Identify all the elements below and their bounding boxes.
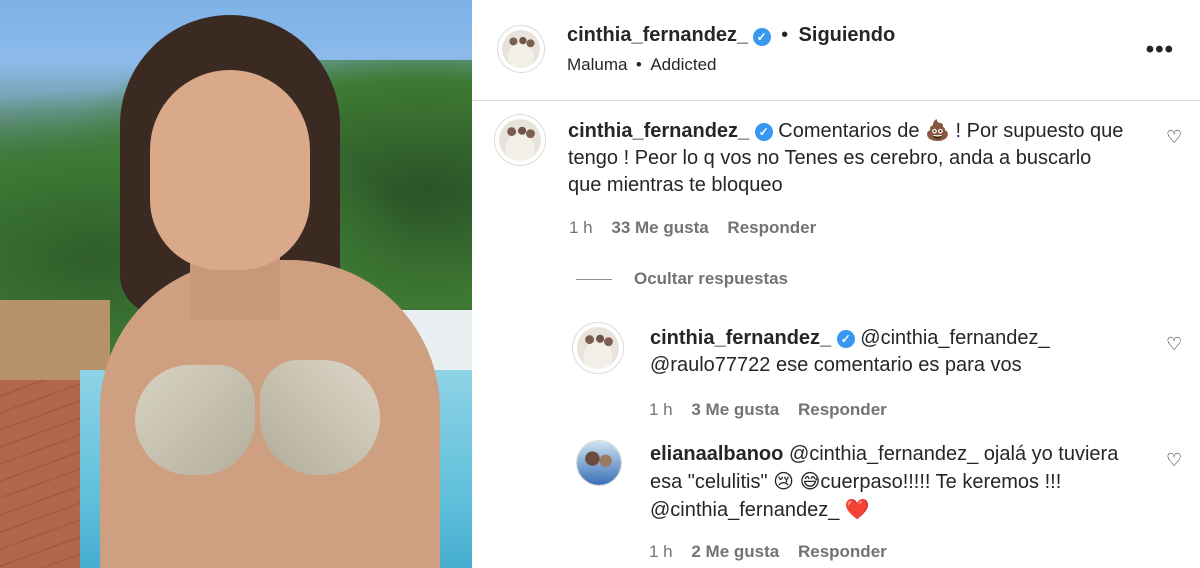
reply-time: 1 h	[649, 542, 673, 561]
post-photo[interactable]	[0, 0, 472, 568]
reply-body: elianaalbanoo @cinthia_fernandez_ ojalá …	[650, 441, 1130, 524]
reply-avatar[interactable]	[572, 322, 624, 374]
reply-text-part2: cuerpaso!!!!! Te keremos !!!	[820, 471, 1062, 493]
reply-body: cinthia_fernandez_ ✓ @cinthia_fernandez_…	[650, 325, 1130, 379]
like-heart-icon[interactable]: ♡	[1166, 127, 1182, 148]
header-username[interactable]: cinthia_fernandez_	[567, 24, 748, 46]
avatar-image	[502, 30, 540, 68]
header-avatar[interactable]	[497, 25, 545, 73]
avatar-image	[577, 327, 619, 369]
bikini-left	[135, 365, 255, 475]
reply-mention[interactable]: @cinthia_fernandez_	[650, 499, 839, 521]
like-heart-icon[interactable]: ♡	[1166, 450, 1182, 471]
comment-username[interactable]: cinthia_fernandez_	[568, 120, 749, 142]
audio-title: Addicted	[650, 55, 717, 74]
red-heart-emoji-icon: ❤️	[844, 497, 870, 521]
following-button[interactable]: Siguiendo	[799, 24, 896, 46]
like-heart-icon[interactable]: ♡	[1166, 334, 1182, 355]
verified-icon: ✓	[752, 27, 771, 46]
header-title-row: cinthia_fernandez_ ✓ • Siguiendo	[567, 24, 895, 47]
comment-body: cinthia_fernandez_ ✓ Comentarios de 💩 ! …	[568, 117, 1128, 199]
avatar-image	[499, 119, 541, 161]
reply-username[interactable]: elianaalbanoo	[650, 443, 783, 465]
comments-panel: cinthia_fernandez_ ✓ • Siguiendo Maluma …	[472, 0, 1200, 568]
reply-likes[interactable]: 3 Me gusta	[691, 400, 779, 419]
comment-meta: 1 h 33 Me gusta Responder	[569, 218, 830, 238]
replies-divider	[576, 279, 612, 280]
reply-button[interactable]: Responder	[727, 218, 816, 237]
bikini-right	[260, 360, 380, 475]
more-options-icon[interactable]: •••	[1146, 36, 1174, 64]
hide-replies-button[interactable]: Ocultar respuestas	[634, 269, 788, 289]
header-separator: •	[781, 24, 789, 46]
person-face	[150, 70, 310, 270]
reply-button[interactable]: Responder	[798, 400, 887, 419]
audio-artist: Maluma	[567, 55, 628, 74]
verified-icon: ✓	[754, 122, 773, 141]
avatar-image	[577, 441, 621, 485]
post-header: cinthia_fernandez_ ✓ • Siguiendo Maluma …	[472, 0, 1200, 101]
reply-username[interactable]: cinthia_fernandez_	[650, 327, 831, 349]
audio-separator: •	[635, 55, 642, 74]
sweat-smile-emoji-icon: 😅	[799, 469, 821, 493]
reply-likes[interactable]: 2 Me gusta	[691, 542, 779, 561]
poop-emoji-icon: 💩	[925, 118, 950, 142]
comment-likes[interactable]: 33 Me gusta	[611, 218, 708, 237]
reply-avatar[interactable]	[576, 440, 622, 486]
reply-button[interactable]: Responder	[798, 542, 887, 561]
comment-time: 1 h	[569, 218, 593, 237]
comment-text-part1: Comentarios de	[778, 120, 920, 142]
audio-info[interactable]: Maluma • Addicted	[567, 55, 717, 75]
comment-avatar[interactable]	[494, 114, 546, 166]
sad-emoji-icon: 😢	[773, 469, 794, 493]
verified-icon: ✓	[836, 329, 855, 348]
reply-meta: 1 h 2 Me gusta Responder	[649, 542, 901, 562]
reply-time: 1 h	[649, 400, 673, 419]
reply-meta: 1 h 3 Me gusta Responder	[649, 400, 901, 420]
